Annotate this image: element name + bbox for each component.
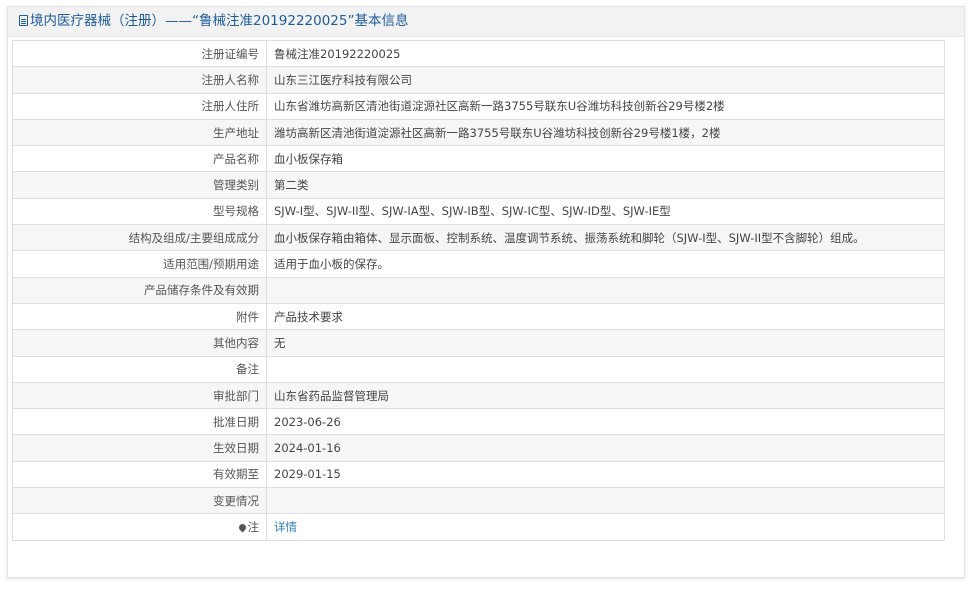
row-label: 有效期至 bbox=[12, 460, 267, 489]
table-row: 产品名称 血小板保存箱 bbox=[12, 145, 945, 173]
row-value bbox=[266, 487, 945, 515]
row-label: 产品储存条件及有效期 bbox=[12, 276, 267, 304]
table-row: 生效日期 2024-01-16 bbox=[12, 434, 945, 462]
row-label: 结构及组成/主要组成成分 bbox=[12, 224, 267, 252]
row-label: 注册人名称 bbox=[12, 66, 267, 94]
table-row: 结构及组成/主要组成成分 血小板保存箱由箱体、显示面板、控制系统、温度调节系统、… bbox=[12, 224, 945, 252]
row-value bbox=[266, 355, 945, 383]
row-value: 第二类 bbox=[266, 171, 945, 199]
table-row: 注册证编号 鲁械注准20192220025 bbox=[12, 39, 945, 68]
table-row: 生产地址 潍坊高新区清池街道淀源社区高新一路3755号联东U谷潍坊科技创新谷29… bbox=[12, 118, 945, 147]
note-row: 注 详情 bbox=[12, 513, 945, 541]
info-table: 注册证编号 鲁械注准20192220025 注册人名称 山东三江医疗科技有限公司… bbox=[12, 39, 945, 541]
row-value bbox=[266, 276, 945, 304]
row-label: 适用范围/预期用途 bbox=[12, 250, 267, 278]
row-label: 备注 bbox=[12, 355, 267, 383]
row-value: 山东省药品监督管理局 bbox=[266, 381, 945, 410]
map-pin-icon bbox=[237, 522, 247, 533]
row-value: 无 bbox=[266, 329, 945, 357]
page-title: 境内医疗器械（注册）——“鲁械注准20192220025”基本信息 bbox=[30, 13, 409, 29]
row-value: 血小板保存箱 bbox=[266, 145, 945, 173]
row-value: 2023-06-26 bbox=[266, 408, 945, 436]
row-label: 管理类别 bbox=[12, 171, 267, 199]
table-row: 批准日期 2023-06-26 bbox=[12, 408, 945, 436]
details-link[interactable]: 详情 bbox=[274, 520, 297, 534]
table-row: 审批部门 山东省药品监督管理局 bbox=[12, 381, 945, 410]
row-value: 山东三江医疗科技有限公司 bbox=[266, 66, 945, 94]
row-label: 注册人住所 bbox=[12, 92, 267, 120]
row-label: 注册证编号 bbox=[12, 39, 267, 68]
row-label: 变更情况 bbox=[12, 487, 267, 515]
row-value: 2024-01-16 bbox=[266, 434, 945, 462]
note-label: 注 bbox=[247, 519, 260, 534]
row-label: 附件 bbox=[12, 302, 267, 331]
table-row: 变更情况 bbox=[12, 487, 945, 515]
row-value: 血小板保存箱由箱体、显示面板、控制系统、温度调节系统、振荡系统和脚轮（SJW-I… bbox=[266, 224, 945, 252]
row-label: 生产地址 bbox=[12, 118, 267, 147]
table-row: 注册人名称 山东三江医疗科技有限公司 bbox=[12, 66, 945, 94]
row-label: 型号规格 bbox=[12, 197, 267, 226]
row-value: 2029-01-15 bbox=[266, 460, 945, 489]
row-label: 其他内容 bbox=[12, 329, 267, 357]
table-row: 有效期至 2029-01-15 bbox=[12, 460, 945, 489]
note-value-cell: 详情 bbox=[266, 513, 945, 541]
row-label: 审批部门 bbox=[12, 381, 267, 410]
row-value: 山东省潍坊高新区清池街道淀源社区高新一路3755号联东U谷潍坊科技创新谷29号楼… bbox=[266, 92, 945, 120]
document-icon bbox=[19, 15, 28, 26]
table-row: 产品储存条件及有效期 bbox=[12, 276, 945, 304]
table-row: 其他内容 无 bbox=[12, 329, 945, 357]
row-label: 生效日期 bbox=[12, 434, 267, 462]
row-value: 鲁械注准20192220025 bbox=[266, 39, 945, 68]
note-label-cell: 注 bbox=[12, 513, 267, 541]
table-row: 注册人住所 山东省潍坊高新区清池街道淀源社区高新一路3755号联东U谷潍坊科技创… bbox=[12, 92, 945, 120]
row-value: SJW-I型、SJW-II型、SJW-IA型、SJW-IB型、SJW-IC型、S… bbox=[266, 197, 945, 226]
row-value: 产品技术要求 bbox=[266, 302, 945, 331]
row-value: 潍坊高新区清池街道淀源社区高新一路3755号联东U谷潍坊科技创新谷29号楼1楼，… bbox=[266, 118, 945, 147]
row-value: 适用于血小板的保存。 bbox=[266, 250, 945, 278]
table-row: 附件 产品技术要求 bbox=[12, 302, 945, 331]
panel-header: 境内医疗器械（注册）——“鲁械注准20192220025”基本信息 bbox=[8, 7, 964, 37]
table-row: 备注 bbox=[12, 355, 945, 383]
table-row: 管理类别 第二类 bbox=[12, 171, 945, 199]
table-row: 型号规格 SJW-I型、SJW-II型、SJW-IA型、SJW-IB型、SJW-… bbox=[12, 197, 945, 226]
row-label: 批准日期 bbox=[12, 408, 267, 436]
table-row: 适用范围/预期用途 适用于血小板的保存。 bbox=[12, 250, 945, 278]
row-label: 产品名称 bbox=[12, 145, 267, 173]
